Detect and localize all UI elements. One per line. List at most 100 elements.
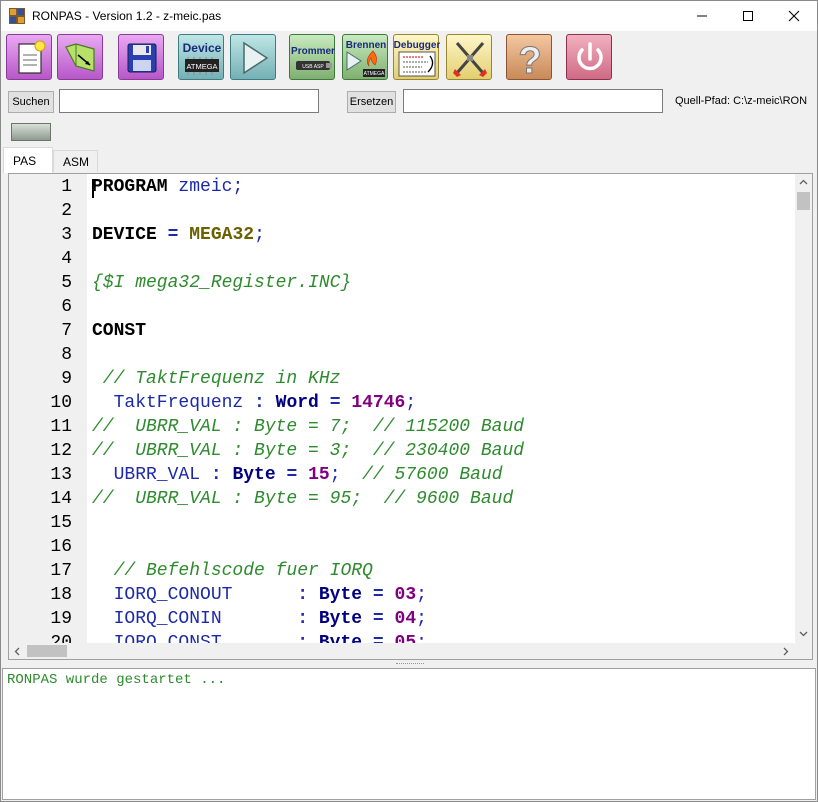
title-bar[interactable]: RONPAS - Version 1.2 - z-meic.pas [1, 1, 817, 31]
code-token: MEGA32 [189, 225, 255, 245]
programmer-icon: Prommer USB ASP [291, 46, 335, 70]
maximize-button[interactable] [725, 1, 771, 31]
code-text: // UBRR_VAL : Byte = 7; // 115200 Baud [92, 415, 524, 439]
save-file-button[interactable] [118, 34, 164, 80]
code-line[interactable]: 16 [9, 535, 795, 559]
code-text: // UBRR_VAL : Byte = 95; // 9600 Baud [92, 487, 513, 511]
replace-button[interactable]: Ersetzen [347, 91, 396, 113]
code-line[interactable]: 13 UBRR_VAL : Byte = 15; // 57600 Baud [9, 463, 795, 487]
tab-bar: PAS ASM [1, 147, 817, 173]
brennen-button[interactable]: Brennen ATMEGA [342, 34, 388, 80]
main-window: RONPAS - Version 1.2 - z-meic.pas Device… [0, 0, 818, 802]
code-line[interactable]: 17 // Befehlscode fuer IORQ [9, 559, 795, 583]
code-line[interactable]: 3 DEVICE = MEGA32; [9, 223, 795, 247]
scroll-up-icon [799, 179, 808, 185]
prommer-button[interactable]: Prommer USB ASP [289, 34, 335, 80]
search-input[interactable] [59, 89, 319, 113]
code-line[interactable]: 9 // TaktFrequenz in KHz [9, 367, 795, 391]
line-number: 18 [50, 585, 72, 605]
code-line[interactable]: 10 TaktFrequenz : Word = 14746; [9, 391, 795, 415]
help-button[interactable]: ? [506, 34, 552, 81]
line-number: 19 [50, 609, 72, 629]
new-file-button[interactable] [6, 34, 52, 80]
code-token: = [286, 465, 298, 485]
code-line[interactable]: 11 // UBRR_VAL : Byte = 7; // 115200 Baud [9, 415, 795, 439]
code-line[interactable]: 8 [9, 343, 795, 367]
device-sublabel: ATMEGA [186, 62, 217, 71]
vertical-scrollbar[interactable] [795, 174, 812, 644]
brennen-label: Brennen [346, 40, 387, 51]
code-token: // Befehlscode fuer IORQ [92, 561, 373, 581]
code-line[interactable]: 19 IORQ_CONIN : Byte = 04; [9, 607, 795, 631]
tools-button[interactable] [446, 34, 492, 80]
window-title: RONPAS - Version 1.2 - z-meic.pas [32, 9, 222, 23]
burn-icon: Brennen ATMEGA [346, 40, 387, 77]
code-token: : [254, 393, 265, 413]
code-token: TaktFrequenz [92, 393, 255, 413]
search-button[interactable]: Suchen [8, 91, 54, 113]
code-token: Byte [232, 465, 276, 485]
floppy-disk-icon [127, 43, 157, 73]
code-token: IORQ_CONOUT [92, 585, 298, 605]
code-line[interactable]: 4 [9, 247, 795, 271]
code-line[interactable]: 18 IORQ_CONOUT : Byte = 03; [9, 583, 795, 607]
code-token: ; [416, 609, 427, 629]
source-path-label: Quell-Pfad: C:\z-meic\RON [675, 95, 808, 107]
code-line[interactable]: 1 PROGRAM zmeic; [9, 175, 795, 199]
code-token: // TaktFrequenz in KHz [92, 369, 341, 389]
minimize-button[interactable] [679, 1, 725, 31]
code-token: Byte [318, 609, 363, 629]
code-text: // TaktFrequenz in KHz [92, 367, 341, 391]
code-token: = [167, 225, 179, 245]
vertical-scroll-thumb[interactable] [797, 192, 810, 210]
code-line[interactable]: 6 [9, 295, 795, 319]
line-number: 15 [50, 513, 72, 533]
code-line[interactable]: 12 // UBRR_VAL : Byte = 3; // 230400 Baud [9, 439, 795, 463]
replace-input[interactable] [403, 89, 663, 113]
prommer-sublabel: USB ASP [302, 64, 324, 70]
code-token: // UBRR_VAL : Byte = 7; // 115200 Baud [92, 417, 525, 437]
line-number: 14 [50, 489, 72, 509]
code-editor[interactable]: 1 PROGRAM zmeic; 2 3 DEVICE = MEGA32; 4 5 {$I m… [8, 173, 813, 660]
close-button[interactable] [771, 1, 817, 31]
code-token: zmeic [167, 177, 233, 197]
line-number: 11 [50, 417, 72, 437]
tab-pas[interactable]: PAS [3, 147, 53, 173]
code-token: // UBRR_VAL : Byte = 3; // 230400 Baud [92, 441, 525, 461]
code-line[interactable]: 14 // UBRR_VAL : Byte = 95; // 9600 Baud [9, 487, 795, 511]
scroll-down-icon [799, 631, 808, 637]
code-token: : [297, 585, 309, 605]
play-icon [243, 41, 269, 75]
code-token: 03 [394, 585, 417, 605]
close-icon [788, 10, 800, 22]
code-token: // 57600 Baud [362, 465, 503, 485]
code-token: // UBRR_VAL : Byte = 95; // 9600 Baud [92, 489, 514, 509]
debugger-icon: Debugger [394, 40, 440, 77]
code-line[interactable]: 2 [9, 199, 795, 223]
device-button[interactable]: Device ATMEGA [178, 34, 224, 80]
line-number: 4 [61, 249, 72, 269]
code-token: ; [405, 393, 417, 413]
code-line[interactable]: 15 [9, 511, 795, 535]
code-token: CONST [92, 321, 147, 341]
horizontal-scrollbar[interactable] [9, 643, 795, 659]
run-button[interactable] [230, 34, 276, 80]
scroll-right-icon [783, 647, 789, 656]
tab-asm[interactable]: ASM [53, 150, 98, 172]
code-token: Byte [318, 585, 363, 605]
code-token: ; [232, 177, 244, 197]
horizontal-scroll-thumb[interactable] [27, 645, 67, 657]
code-area[interactable]: 1 PROGRAM zmeic; 2 3 DEVICE = MEGA32; 4 5 {$I m… [9, 174, 795, 644]
code-line[interactable]: 5 {$I mega32_Register.INC} [9, 271, 795, 295]
exit-button[interactable] [566, 34, 612, 80]
code-line[interactable]: 7 CONST [9, 319, 795, 343]
maximize-icon [743, 11, 753, 21]
open-file-button[interactable] [57, 34, 103, 80]
code-token: {$I mega32_Register.INC} [92, 273, 352, 293]
debugger-button[interactable]: Debugger [393, 34, 440, 80]
output-panel[interactable]: RONPAS wurde gestartet ... [2, 668, 816, 800]
